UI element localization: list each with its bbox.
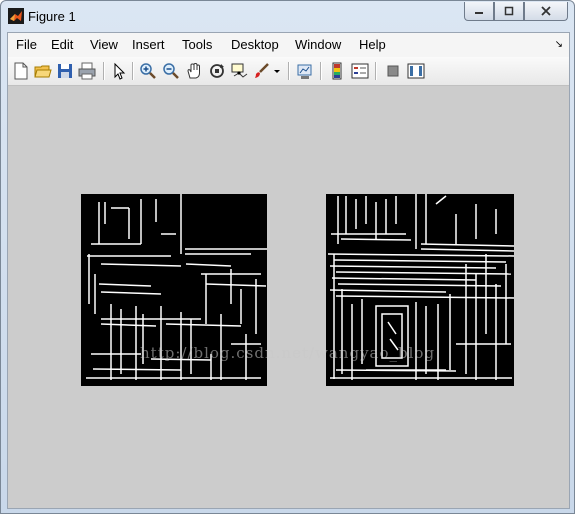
- legend-icon[interactable]: [351, 62, 369, 80]
- toolbar-separator: [375, 62, 377, 80]
- new-figure-icon[interactable]: [12, 62, 30, 80]
- zoom-in-icon[interactable]: [139, 62, 157, 80]
- figure-client-area: File Edit View Insert Tools Desktop Wind…: [7, 32, 570, 509]
- brush-dropdown-icon[interactable]: [272, 62, 282, 80]
- data-cursor-icon[interactable]: [230, 62, 248, 80]
- print-icon[interactable]: [78, 62, 96, 80]
- toolbar-separator: [320, 62, 322, 80]
- figure-toolbar: [8, 57, 569, 86]
- title-bar[interactable]: Figure 1: [1, 1, 574, 31]
- dock-arrow-icon[interactable]: ↘: [555, 39, 563, 50]
- minimize-icon: [475, 12, 483, 14]
- toolbar-separator: [103, 62, 105, 80]
- close-button[interactable]: [524, 2, 568, 21]
- watermark-text: http://blog.csdn.net/wangyao_blog: [140, 344, 436, 362]
- figure-window: Figure 1 File Edit View Insert Tools Des…: [0, 0, 575, 514]
- menu-insert[interactable]: Insert: [132, 37, 165, 52]
- link-plot-icon[interactable]: [296, 62, 314, 80]
- brush-icon[interactable]: [253, 62, 271, 80]
- toolbar-separator: [288, 62, 290, 80]
- maximize-button[interactable]: [494, 2, 524, 21]
- menu-desktop[interactable]: Desktop: [231, 37, 279, 52]
- pan-hand-icon[interactable]: [185, 62, 203, 80]
- toolbar-separator: [132, 62, 134, 80]
- minimize-button[interactable]: [464, 2, 494, 21]
- window-title: Figure 1: [28, 9, 76, 24]
- edit-plot-arrow-icon[interactable]: [110, 62, 128, 80]
- matlab-logo-icon: [8, 8, 24, 24]
- menu-view[interactable]: View: [90, 37, 118, 52]
- close-icon: [541, 6, 551, 16]
- menu-file[interactable]: File: [16, 37, 37, 52]
- save-icon[interactable]: [56, 62, 74, 80]
- open-icon[interactable]: [34, 62, 52, 80]
- hide-plot-tools-icon[interactable]: [384, 62, 402, 80]
- menu-help[interactable]: Help: [359, 37, 386, 52]
- menu-bar: File Edit View Insert Tools Desktop Wind…: [8, 33, 569, 57]
- maximize-icon: [504, 6, 514, 16]
- menu-edit[interactable]: Edit: [51, 37, 73, 52]
- colorbar-icon[interactable]: [328, 62, 346, 80]
- zoom-out-icon[interactable]: [162, 62, 180, 80]
- figure-canvas[interactable]: http://blog.csdn.net/wangyao_blog: [8, 86, 569, 508]
- rotate-3d-icon[interactable]: [208, 62, 226, 80]
- menu-window[interactable]: Window: [295, 37, 341, 52]
- menu-tools[interactable]: Tools: [182, 37, 212, 52]
- show-plot-tools-icon[interactable]: [407, 62, 425, 80]
